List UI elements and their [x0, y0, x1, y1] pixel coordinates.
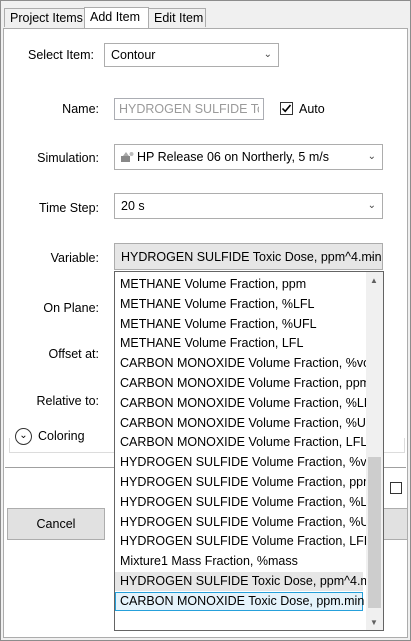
dropdown-item[interactable]: CARBON MONOXIDE Volume Fraction, %UFL	[115, 414, 380, 433]
time-step-value: 20 s	[121, 199, 145, 213]
scroll-up-icon[interactable]: ▲	[370, 276, 378, 285]
simulation-combo[interactable]: HP Release 06 on Northerly, 5 m/s ⌄	[114, 144, 383, 170]
dropdown-item[interactable]: METHANE Volume Fraction, ppm	[115, 275, 363, 294]
dropdown-item[interactable]: METHANE Volume Fraction, %UFL	[115, 315, 363, 334]
add-item-panel: Project Items Add Item Edit Item Select …	[0, 0, 411, 641]
chevron-down-icon: ⌄	[263, 49, 272, 60]
auto-label: Auto	[299, 102, 325, 116]
dropdown-item[interactable]: CARBON MONOXIDE Volume Fraction, ppm	[115, 374, 370, 393]
on-plane-label: On Plane:	[43, 301, 99, 315]
select-item-value: Contour	[111, 48, 156, 62]
auto-checkbox[interactable]	[280, 102, 293, 115]
release-icon	[120, 150, 134, 167]
checkmark-icon	[281, 104, 292, 113]
scrollbar-thumb[interactable]	[368, 457, 381, 608]
dropdown-item[interactable]: METHANE Volume Fraction, LFL	[115, 334, 363, 353]
dropdown-item[interactable]: CARBON MONOXIDE Volume Fraction, %vol	[115, 354, 373, 373]
simulation-label: Simulation:	[37, 151, 99, 165]
coloring-label: Coloring	[38, 429, 85, 443]
dropdown-item[interactable]: CARBON MONOXIDE Volume Fraction, %LFL	[115, 394, 378, 413]
dropdown-item[interactable]: HYDROGEN SULFIDE Volume Fraction, %UFL	[115, 513, 383, 532]
chevron-down-icon: ⌄	[367, 200, 376, 211]
dropdown-item[interactable]: METHANE Volume Fraction, %LFL	[115, 295, 363, 314]
variable-dropdown-list[interactable]: METHANE Volume Fraction, ppm METHANE Volu…	[114, 271, 384, 631]
dropdown-item[interactable]: CARBON MONOXIDE Volume Fraction, LFL	[115, 433, 367, 452]
dropdown-scrollbar[interactable]: ▲ ▼	[366, 272, 383, 630]
chevron-down-icon: ⌄	[367, 151, 376, 162]
chevron-down-icon: ⌄	[367, 250, 376, 261]
option-checkbox[interactable]	[390, 482, 402, 494]
tab-add-item[interactable]: Add Item	[84, 7, 149, 28]
relative-to-label: Relative to:	[36, 394, 99, 408]
variable-value: HYDROGEN SULFIDE Toxic Dose, ppm^4.min	[121, 250, 382, 264]
ok-button[interactable]	[382, 508, 408, 540]
name-label: Name:	[62, 102, 99, 116]
tab-project-items[interactable]: Project Items	[4, 8, 85, 27]
chevron-down-icon[interactable]: ⌄	[15, 428, 32, 445]
variable-label: Variable:	[50, 251, 99, 265]
dropdown-item[interactable]: HYDROGEN SULFIDE Toxic Dose, ppm^4.min	[115, 572, 381, 591]
tab-label: Add Item	[90, 10, 141, 24]
dropdown-item[interactable]: Mixture1 Mass Fraction, %mass	[115, 552, 363, 571]
dropdown-item[interactable]: HYDROGEN SULFIDE Volume Fraction, ppm	[115, 473, 374, 492]
offset-at-label: Offset at:	[48, 347, 100, 361]
name-field[interactable]	[114, 98, 264, 120]
tab-label: Edit Item	[154, 11, 204, 25]
tab-label: Project Items	[10, 11, 83, 25]
dropdown-item[interactable]: HYDROGEN SULFIDE Volume Fraction, %vol	[115, 453, 376, 472]
select-item-combo[interactable]: Contour ⌄	[104, 43, 279, 67]
dropdown-item[interactable]: HYDROGEN SULFIDE Volume Fraction, %LFL	[115, 493, 382, 512]
dropdown-item[interactable]: CARBON MONOXIDE Toxic Dose, ppm.min	[115, 591, 364, 611]
tab-edit-item[interactable]: Edit Item	[148, 8, 206, 27]
cancel-button[interactable]: Cancel	[7, 508, 105, 540]
time-step-label: Time Step:	[39, 201, 99, 215]
scroll-down-icon[interactable]: ▼	[370, 618, 378, 627]
variable-combo[interactable]: HYDROGEN SULFIDE Toxic Dose, ppm^4.min ⌄	[114, 243, 383, 270]
simulation-value: HP Release 06 on Northerly, 5 m/s	[137, 150, 329, 164]
select-item-label: Select Item:	[28, 48, 94, 62]
time-step-combo[interactable]: 20 s ⌄	[114, 193, 383, 219]
dropdown-item[interactable]: HYDROGEN SULFIDE Volume Fraction, LFL	[115, 532, 371, 551]
name-input[interactable]	[115, 99, 263, 119]
